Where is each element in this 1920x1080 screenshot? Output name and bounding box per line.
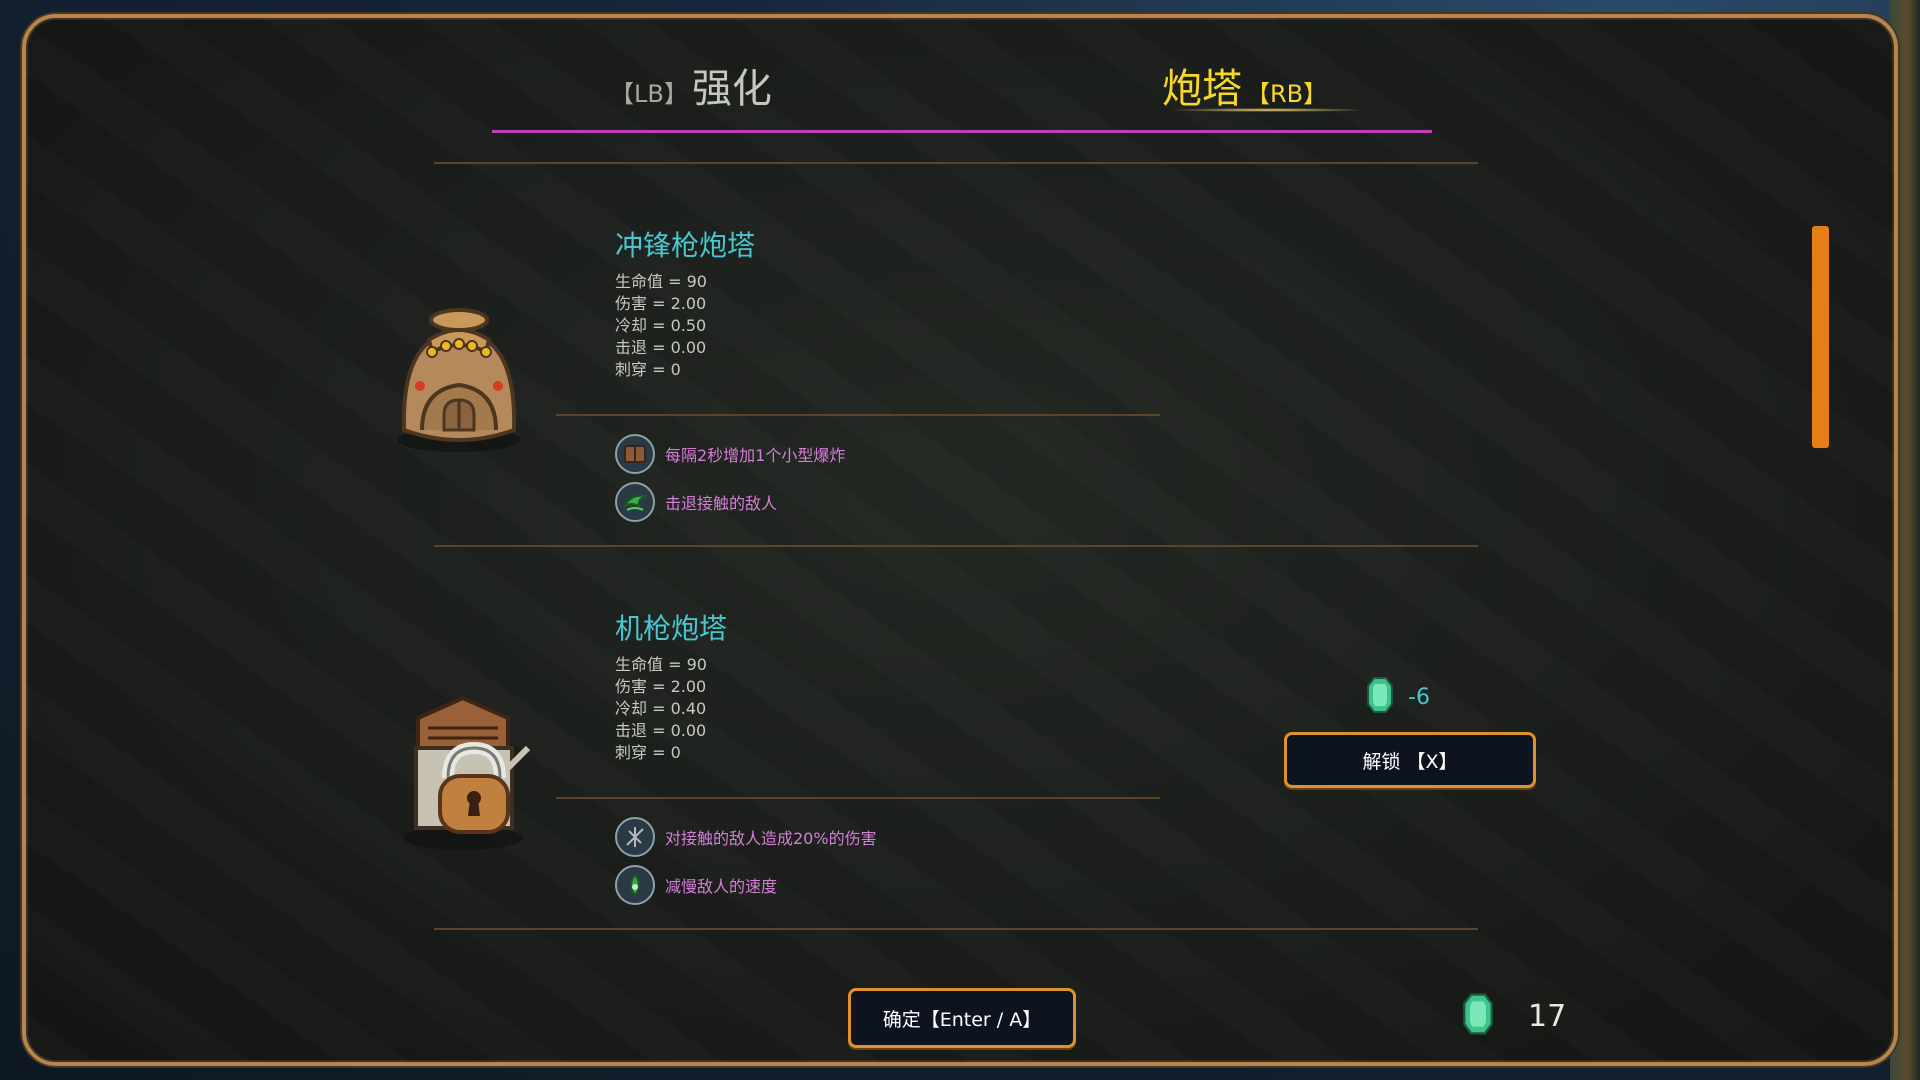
turret-stats: 生命值 = 90 伤害 = 2.00 冷却 = 0.40 击退 = 0.00 刺… [615, 654, 707, 764]
tab-turrets-label: 炮塔 [1162, 66, 1242, 112]
perk-item: 减慢敌人的速度 [615, 865, 777, 905]
tab-turrets-key: 【RB】 [1246, 80, 1328, 108]
perk-text: 每隔2秒增加1个小型爆炸 [665, 446, 846, 465]
turret-stats: 生命值 = 90 伤害 = 2.00 冷却 = 0.50 击退 = 0.00 刺… [615, 271, 707, 381]
stat-knockback: 击退 = 0.00 [615, 338, 707, 357]
stat-health: 生命值 = 90 [615, 655, 707, 674]
perk-text: 对接触的敌人造成20%的伤害 [665, 829, 877, 848]
stat-pierce: 刺穿 = 0 [615, 743, 681, 762]
slow-drop-icon [615, 865, 655, 905]
confirm-button[interactable]: 确定【Enter / A】 [848, 988, 1076, 1048]
tab-upgrade[interactable]: 【LB】 强化 [606, 56, 772, 114]
stats-divider [556, 797, 1160, 799]
row-divider [434, 162, 1478, 164]
unlock-cost: -6 [1366, 676, 1430, 718]
tab-underline [492, 130, 1432, 133]
turret-name: 机枪炮塔 [615, 612, 728, 645]
turret-shop-panel: 【LB】 强化 炮塔 【RB】 冲锋枪炮塔 生命值 = 90 伤害 = 2.00… [22, 14, 1898, 1066]
stat-knockback: 击退 = 0.00 [615, 721, 707, 740]
turret-name: 冲锋枪炮塔 [615, 229, 756, 262]
smg-turret-image [384, 290, 534, 464]
thorns-icon [615, 817, 655, 857]
stat-health: 生命值 = 90 [615, 272, 707, 291]
perk-item: 击退接触的敌人 [615, 482, 777, 522]
stats-divider [556, 414, 1160, 416]
perk-item: 对接触的敌人造成20%的伤害 [615, 817, 877, 857]
tab-upgrade-label: 强化 [691, 66, 772, 112]
mg-turret-image [388, 678, 538, 862]
row-divider [434, 545, 1478, 547]
perk-item: 每隔2秒增加1个小型爆炸 [615, 434, 845, 474]
green-swirl-icon [615, 482, 655, 522]
active-tab-glow [1168, 108, 1368, 112]
tab-upgrade-key: 【LB】 [610, 80, 688, 108]
row-divider [434, 928, 1478, 930]
explosion-book-icon [615, 434, 655, 474]
gem-icon [1462, 992, 1494, 1040]
tab-turrets[interactable]: 炮塔 【RB】 [1162, 56, 1331, 114]
tab-bar: 【LB】 强化 炮塔 【RB】 [26, 46, 1894, 136]
gem-icon [1366, 676, 1394, 718]
perk-text: 减慢敌人的速度 [665, 877, 778, 896]
gem-balance: 17 [1462, 992, 1566, 1040]
stat-cooldown: 冷却 = 0.50 [615, 316, 707, 335]
scrollbar-thumb[interactable] [1812, 226, 1829, 448]
perk-text: 击退接触的敌人 [665, 494, 778, 513]
unlock-cost-value: -6 [1408, 684, 1430, 710]
stat-pierce: 刺穿 = 0 [615, 360, 681, 379]
unlock-button[interactable]: 解锁 【X】 [1284, 732, 1536, 788]
stat-damage: 伤害 = 2.00 [615, 294, 707, 313]
stat-cooldown: 冷却 = 0.40 [615, 699, 707, 718]
stat-damage: 伤害 = 2.00 [615, 677, 707, 696]
gem-balance-value: 17 [1528, 998, 1567, 1034]
